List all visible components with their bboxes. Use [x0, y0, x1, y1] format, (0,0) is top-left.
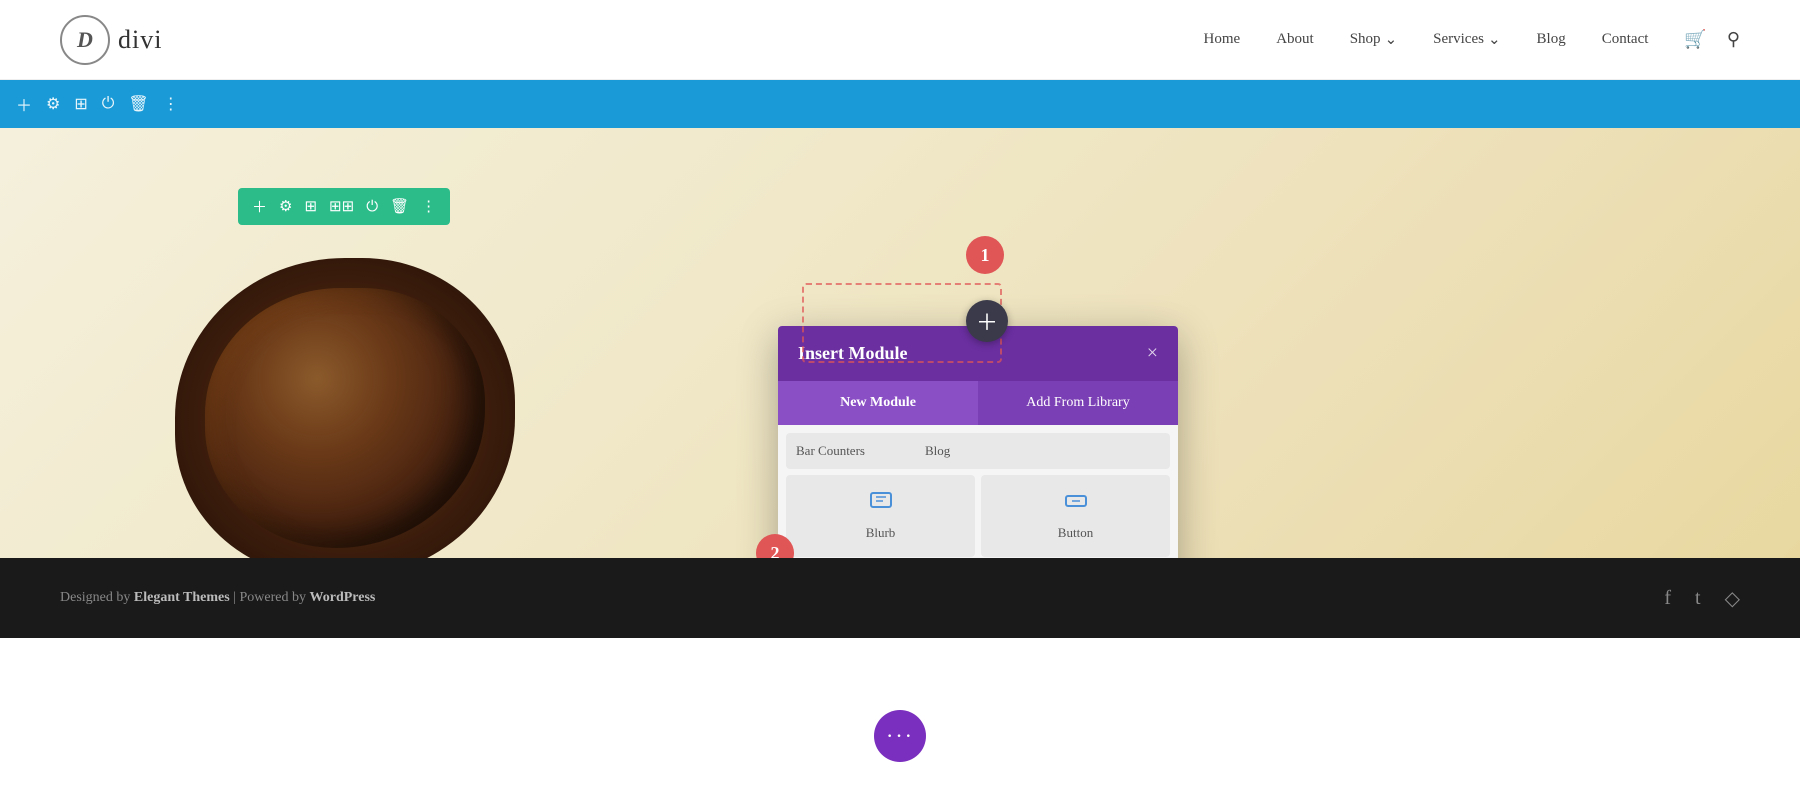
elegant-themes-link[interactable]: Elegant Themes	[134, 590, 230, 605]
blurb-icon	[869, 491, 893, 517]
wordpress-link[interactable]: WordPress	[310, 590, 376, 605]
add-toolbar-btn[interactable]: ＋	[16, 92, 32, 116]
page-toolbar: ＋ ⚙ ⊞ ⏻ 🗑 ⋮	[0, 80, 1800, 128]
delete-toolbar-btn[interactable]: 🗑	[128, 94, 148, 114]
power-toolbar-btn[interactable]: ⏻	[102, 95, 115, 113]
module-grid: Blurb Button Call To Action	[786, 475, 1170, 558]
module-button[interactable]: Button	[981, 475, 1170, 557]
site-header: D divi Home About Shop ⌄ Services ⌄ Blog…	[0, 0, 1800, 80]
nav-home[interactable]: Home	[1204, 31, 1241, 48]
row-layout-btn[interactable]: ⊞	[304, 197, 317, 216]
nav-shop[interactable]: Shop ⌄	[1350, 30, 1397, 49]
main-nav: Home About Shop ⌄ Services ⌄ Blog Contac…	[1204, 29, 1740, 50]
module-row-labels: Bar Counters Blog	[796, 443, 950, 459]
dialog-tabs: New Module Add From Library	[778, 381, 1178, 425]
row-toolbar: ＋ ⚙ ⊞ ⊞⊞ ⏻ 🗑 ⋮	[238, 188, 450, 225]
blog-label: Blog	[925, 443, 950, 459]
layout-toolbar-btn[interactable]: ⊞	[74, 94, 87, 114]
button-icon	[1064, 491, 1088, 517]
row-more-btn[interactable]: ⋮	[421, 197, 436, 216]
chevron-down-icon: ⌄	[1385, 30, 1398, 49]
nav-about[interactable]: About	[1276, 31, 1314, 48]
footer-prefix: Designed by	[60, 590, 134, 605]
chevron-down-icon: ⌄	[1488, 30, 1501, 49]
module-blurb[interactable]: Blurb	[786, 475, 975, 557]
site-footer: Designed by Elegant Themes | Powered by …	[0, 558, 1800, 638]
bar-counters-label: Bar Counters	[796, 443, 865, 459]
add-module-button[interactable]: ＋	[966, 300, 1008, 342]
settings-toolbar-btn[interactable]: ⚙	[46, 94, 60, 114]
bread-texture	[205, 288, 485, 548]
row-power-btn[interactable]: ⏻	[366, 198, 378, 216]
main-content-area: ＋ ⚙ ⊞ ⊞⊞ ⏻ 🗑 ⋮ 1 ＋ 2 ◀ Insert Module × N…	[0, 128, 1800, 558]
blurb-label: Blurb	[866, 525, 896, 541]
instagram-icon[interactable]: ◇	[1725, 586, 1740, 611]
module-row-bar-blog[interactable]: Bar Counters Blog	[786, 433, 1170, 469]
facebook-icon[interactable]: f	[1664, 587, 1671, 610]
bread-image	[175, 258, 515, 558]
nav-services[interactable]: Services ⌄	[1433, 30, 1500, 49]
bottom-dots-button[interactable]: ···	[874, 710, 926, 762]
dots-icon: ···	[886, 723, 914, 749]
logo[interactable]: D divi	[60, 15, 162, 65]
dialog-body: Bar Counters Blog Blurb Button	[778, 425, 1178, 558]
nav-blog[interactable]: Blog	[1537, 31, 1566, 48]
cart-icon[interactable]: 🛒	[1684, 29, 1706, 50]
nav-icons: 🛒 ⚲	[1684, 29, 1740, 50]
nav-contact[interactable]: Contact	[1602, 31, 1649, 48]
logo-icon: D	[60, 15, 110, 65]
row-delete-btn[interactable]: 🗑	[390, 197, 409, 216]
tab-add-from-library[interactable]: Add From Library	[978, 381, 1178, 425]
footer-separator: | Powered by	[233, 590, 309, 605]
search-icon[interactable]: ⚲	[1727, 29, 1740, 50]
logo-text: divi	[118, 25, 162, 55]
button-label: Button	[1058, 525, 1093, 541]
row-columns-btn[interactable]: ⊞⊞	[329, 197, 354, 216]
tab-new-module[interactable]: New Module	[778, 381, 978, 425]
step-badge-1: 1	[966, 236, 1004, 274]
twitter-icon[interactable]: t	[1695, 587, 1701, 610]
row-settings-btn[interactable]: ⚙	[279, 197, 292, 216]
more-toolbar-btn[interactable]: ⋮	[163, 94, 179, 114]
footer-social-icons: f t ◇	[1664, 586, 1740, 611]
footer-text: Designed by Elegant Themes | Powered by …	[60, 590, 375, 606]
dialog-close-button[interactable]: ×	[1147, 342, 1158, 365]
row-add-btn[interactable]: ＋	[252, 196, 267, 217]
